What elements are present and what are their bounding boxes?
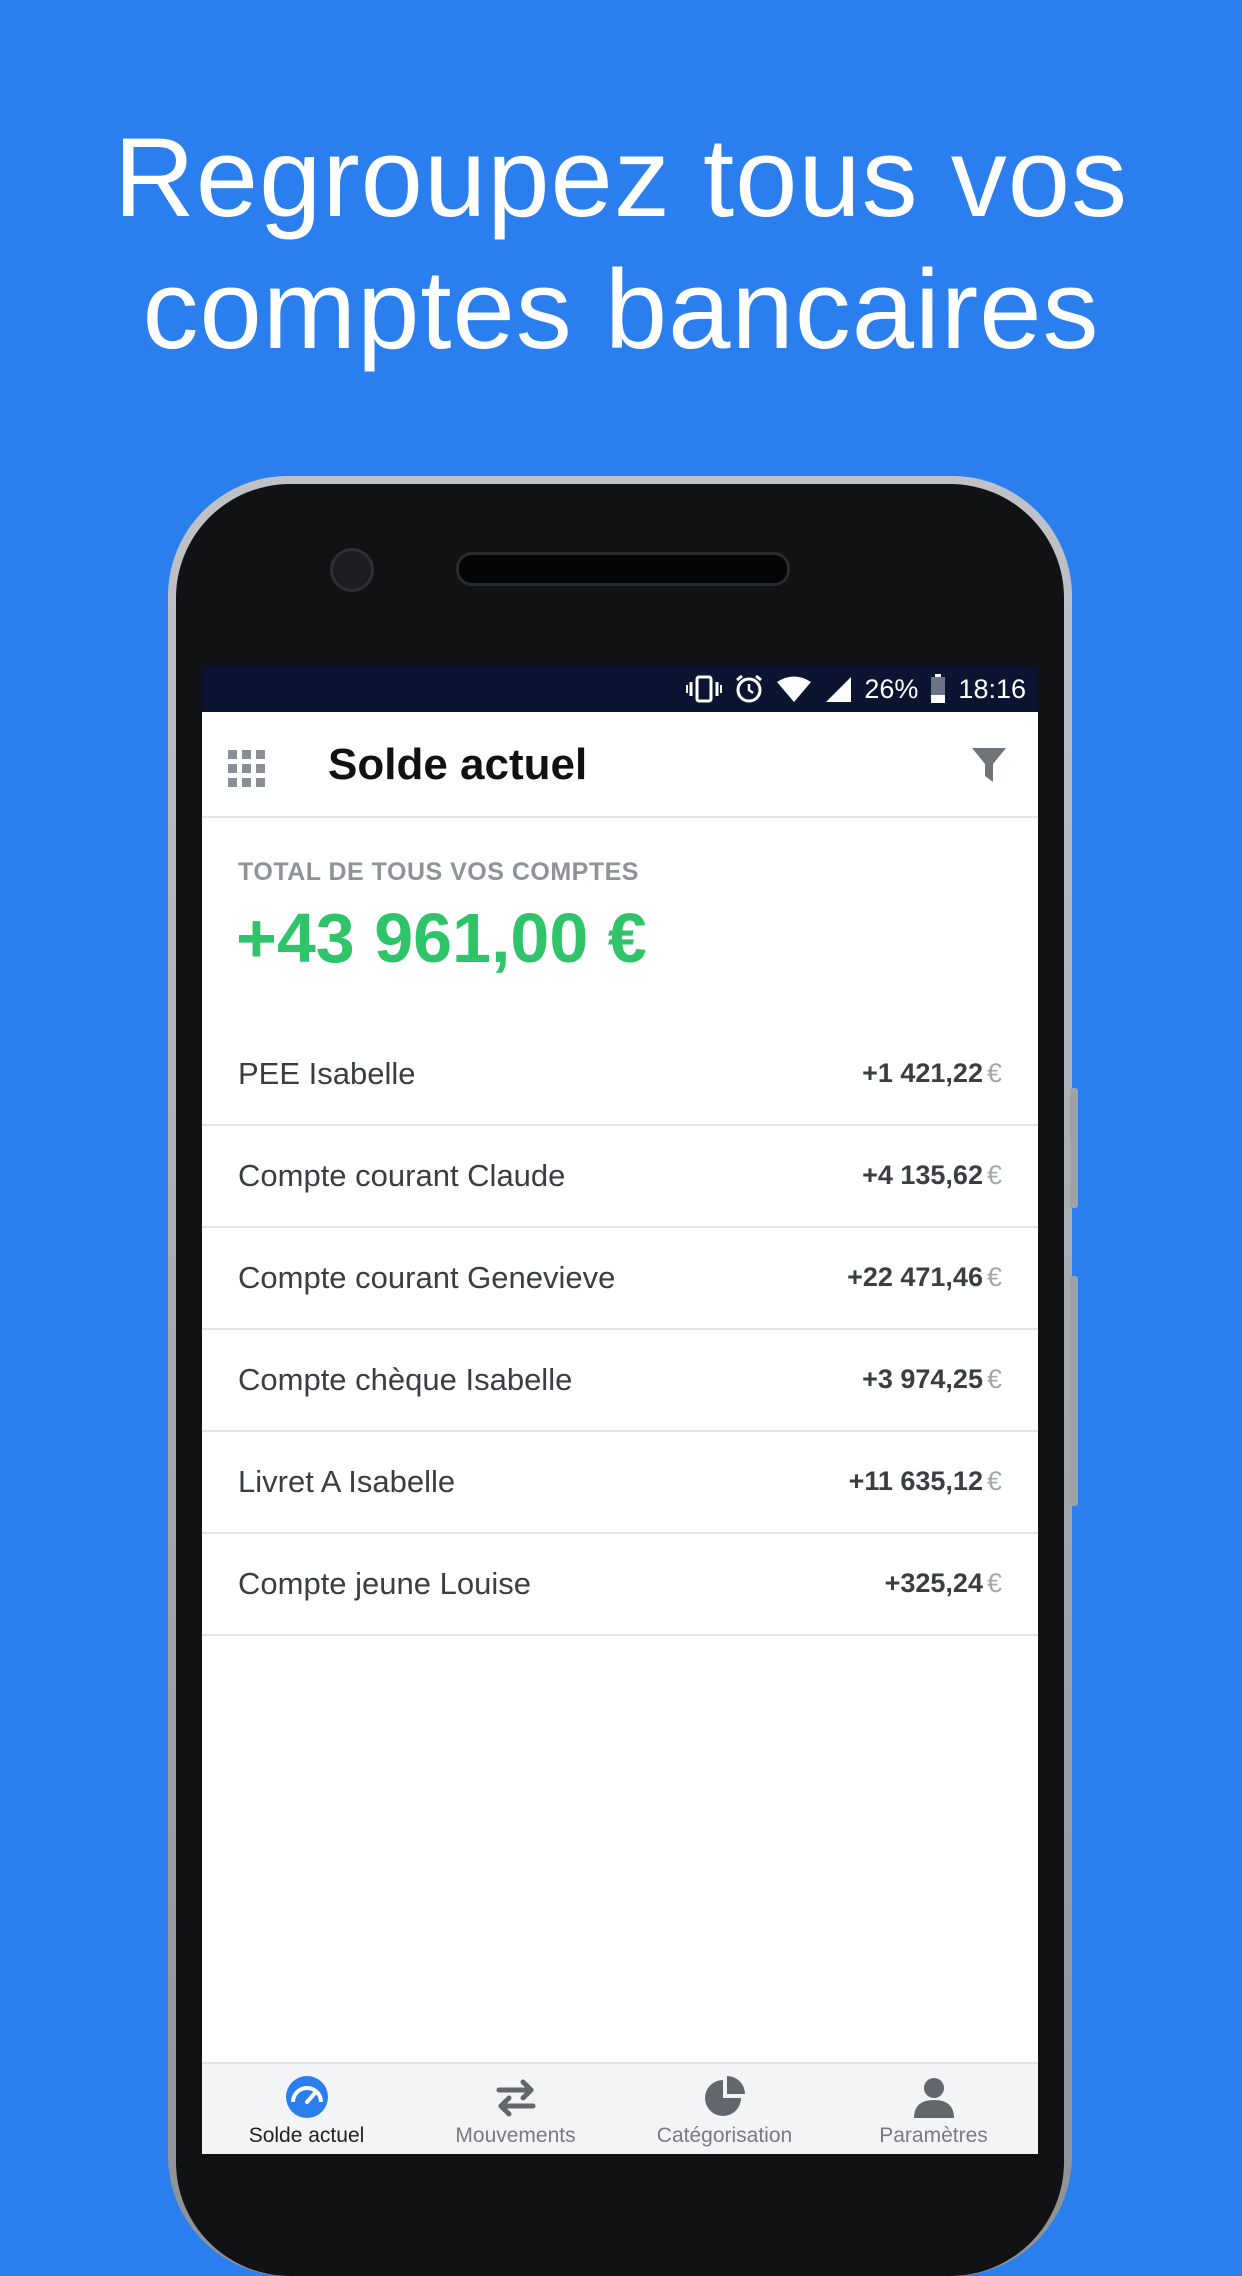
account-amount: +4 135,62 € [862, 1160, 1002, 1190]
phone-screen: 26% 18:16 Solde actuel TOTAL DE TOUS VOS… [202, 666, 1038, 2154]
list-item[interactable]: PEE Isabelle +1 421,22 € [202, 1024, 1038, 1126]
pie-chart-icon [704, 2076, 745, 2116]
clock: 18:16 [958, 673, 1026, 704]
transfer-arrows-icon [496, 2079, 535, 2117]
app-bar: Solde actuel [202, 712, 1038, 818]
account-amount: +3 974,25 € [862, 1364, 1002, 1394]
headline-line-2: comptes bancaires [142, 247, 1100, 372]
headline: Regroupez tous vos comptes bancaires [0, 112, 1242, 376]
account-amount: +22 471,46 € [847, 1262, 1002, 1292]
tab-parametres[interactable]: Paramètres [829, 2064, 1038, 2154]
list-item[interactable]: Compte chèque Isabelle +3 974,25 € [202, 1330, 1038, 1432]
tab-categorisation[interactable]: Catégorisation [620, 2064, 829, 2154]
tab-label: Mouvements [455, 2124, 576, 2147]
account-amount: +1 421,22 € [862, 1058, 1002, 1088]
vibrate-icon [686, 674, 723, 704]
tab-label: Solde actuel [248, 2124, 365, 2147]
account-name: Compte jeune Louise [238, 1566, 531, 1601]
battery-icon [930, 674, 946, 704]
account-name: Compte chèque Isabelle [238, 1362, 573, 1397]
alarm-icon [734, 674, 764, 704]
wifi-icon [776, 675, 812, 703]
tab-label: Catégorisation [656, 2124, 793, 2147]
list-item[interactable]: Compte courant Genevieve +22 471,46 € [202, 1228, 1038, 1330]
account-amount: +11 635,12 € [848, 1466, 1002, 1496]
signal-icon [824, 675, 852, 703]
tab-solde-actuel[interactable]: Solde actuel [202, 2064, 411, 2154]
accounts-list: PEE Isabelle +1 421,22 € Compte courant C… [202, 1024, 1038, 1636]
tab-label: Paramètres [879, 2124, 988, 2147]
bottom-tab-bar: Solde actuel Mouvements Catégorisation P… [202, 2062, 1038, 2154]
account-amount: +325,24 € [884, 1568, 1002, 1598]
list-item[interactable]: Livret A Isabelle +11 635,12 € [202, 1432, 1038, 1534]
user-icon [913, 2078, 954, 2118]
account-name: Compte courant Genevieve [238, 1260, 616, 1295]
total-balance: +43 961,00 € [236, 899, 647, 977]
filter-icon[interactable] [972, 748, 1006, 784]
headline-line-1: Regroupez tous vos [113, 115, 1129, 240]
tab-mouvements[interactable]: Mouvements [411, 2064, 620, 2154]
phone-volume-button [1070, 1276, 1078, 1506]
page-title: Solde actuel [328, 740, 588, 789]
front-camera [330, 548, 374, 592]
grid-menu-icon[interactable] [228, 750, 266, 788]
account-name: Livret A Isabelle [238, 1464, 456, 1499]
total-label: TOTAL DE TOUS VOS COMPTES [238, 858, 639, 886]
list-item[interactable]: Compte courant Claude +4 135,62 € [202, 1126, 1038, 1228]
battery-level: 26% [864, 673, 919, 704]
status-bar: 26% 18:16 [202, 666, 1038, 712]
earpiece-speaker [456, 552, 790, 586]
account-name: Compte courant Claude [238, 1158, 566, 1193]
phone-side-button [1070, 1088, 1078, 1208]
gauge-icon [285, 2076, 328, 2118]
list-item[interactable]: Compte jeune Louise +325,24 € [202, 1534, 1038, 1636]
account-name: PEE Isabelle [238, 1056, 416, 1091]
